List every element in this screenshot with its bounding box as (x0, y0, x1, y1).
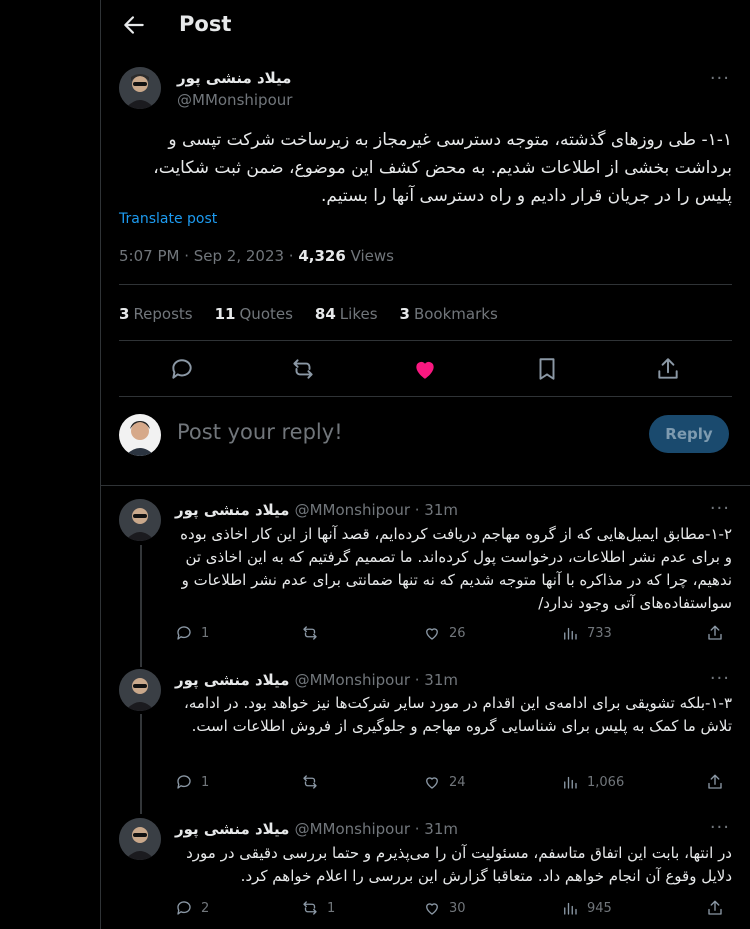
bookmarks-stat[interactable]: 3 Bookmarks (400, 305, 498, 323)
reply-header: میلاد منشی پور @MMonshipour · 31m (175, 500, 458, 519)
more-options-icon[interactable]: ··· (710, 68, 730, 89)
author-name[interactable]: میلاد منشی پور (175, 501, 289, 519)
thread-line (140, 545, 142, 667)
author-name[interactable]: میلاد منشی پور (175, 820, 289, 838)
translate-post-link[interactable]: Translate post (119, 211, 217, 227)
author-handle[interactable]: @MMonshipour · 31m (295, 501, 458, 519)
divider (119, 340, 732, 341)
reposts-stat[interactable]: 3 Reposts (119, 305, 193, 323)
reply-text: ۱-۲-مطابق ایمیل‌هایی که از گروه مهاجم در… (180, 525, 732, 612)
repost-count[interactable] (301, 624, 327, 642)
avatar[interactable] (119, 67, 161, 109)
quotes-stat[interactable]: 11 Quotes (215, 305, 293, 323)
repost-icon[interactable] (290, 356, 316, 382)
reply-icon[interactable] (169, 356, 195, 382)
reply-input[interactable]: Post your reply! (177, 420, 343, 444)
reply-text: ۱-۳-بلکه تشویقی برای ادامه‌ی این اقدام د… (184, 694, 732, 735)
post-text: ۱-۱- طی روزهای گذشته، متوجه دسترسی غیرمج… (153, 130, 732, 206)
like-count[interactable]: 26 (423, 624, 466, 642)
author-name[interactable]: میلاد منشی پور (177, 69, 291, 87)
reply-text: در انتها، بابت این اتفاق متاسفم، مسئولیت… (186, 844, 732, 885)
post-time[interactable]: 5:07 PM · Sep 2, 2023 · (119, 247, 298, 265)
avatar[interactable] (119, 669, 161, 711)
avatar[interactable] (119, 499, 161, 541)
back-arrow-icon[interactable] (121, 12, 147, 38)
reply-button[interactable]: Reply (649, 415, 729, 453)
author-handle[interactable]: @MMonshipour · 31m (295, 671, 458, 689)
divider (101, 485, 750, 486)
divider (119, 284, 732, 285)
like-count[interactable]: 24 (423, 773, 466, 791)
views-count: 4,326 (298, 247, 346, 265)
views-count[interactable]: 733 (561, 624, 612, 642)
page-title: Post (179, 12, 232, 36)
more-options-icon[interactable]: ··· (710, 498, 730, 519)
repost-count[interactable] (301, 773, 327, 791)
post-meta: 5:07 PM · Sep 2, 2023 · 4,326 Views (119, 247, 394, 265)
post-column: Post میلاد منشی پور @MMonshipour ··· ۱-۱… (100, 0, 750, 929)
author-handle[interactable]: @MMonshipour · 31m (295, 820, 458, 838)
reply-count[interactable]: 2 (175, 899, 209, 917)
share-icon[interactable] (655, 356, 681, 382)
my-avatar[interactable] (119, 414, 161, 456)
more-options-icon[interactable]: ··· (710, 668, 730, 689)
avatar[interactable] (119, 818, 161, 860)
bookmark-icon[interactable] (534, 356, 560, 382)
likes-stat[interactable]: 84 Likes (315, 305, 378, 323)
post-actions (119, 352, 732, 386)
reply-count[interactable]: 1 (175, 773, 209, 791)
reply-count[interactable]: 1 (175, 624, 209, 642)
share-icon[interactable] (706, 899, 724, 917)
thread-line (140, 714, 142, 814)
divider (119, 396, 732, 397)
author-name[interactable]: میلاد منشی پور (175, 671, 289, 689)
views-count[interactable]: 1,066 (561, 773, 624, 791)
reply-header: میلاد منشی پور @MMonshipour · 31m (175, 670, 458, 689)
reply-header: میلاد منشی پور @MMonshipour · 31m (175, 819, 458, 838)
author-handle[interactable]: @MMonshipour (177, 91, 292, 109)
post-stats: 3 Reposts 11 Quotes 84 Likes 3 Bookmarks (119, 305, 498, 323)
views-count[interactable]: 945 (561, 899, 612, 917)
more-options-icon[interactable]: ··· (710, 817, 730, 838)
repost-count[interactable]: 1 (301, 899, 335, 917)
share-icon[interactable] (706, 624, 724, 642)
views-label: Views (345, 247, 394, 265)
like-count[interactable]: 30 (423, 899, 466, 917)
like-icon[interactable] (412, 356, 438, 382)
share-icon[interactable] (706, 773, 724, 791)
